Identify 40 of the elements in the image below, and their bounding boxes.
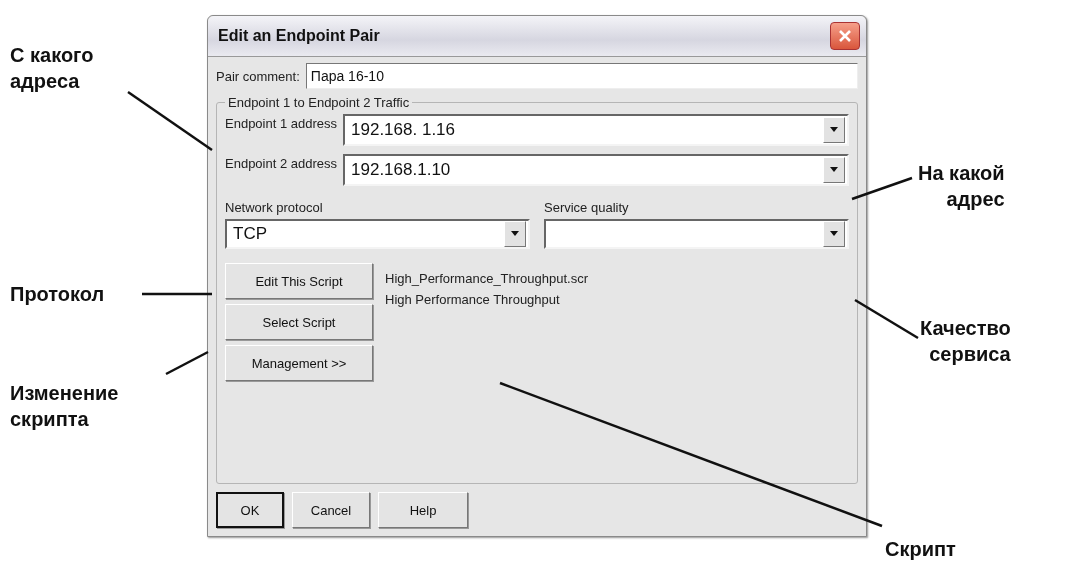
field-label: Network protocol	[225, 200, 324, 215]
pair-comment-field[interactable]: Пара 16-10	[305, 63, 858, 89]
group-title: Endpoint 1 to Endpoint 2 Traffic	[227, 95, 411, 110]
script-title: High Performance Throughput	[385, 292, 561, 307]
dialog-button[interactable]: OK	[216, 492, 284, 528]
dropdown-field[interactable]: 192.168.1.10	[343, 154, 849, 186]
script-button[interactable]: Edit This Script	[225, 263, 373, 299]
script-button[interactable]: Select Script	[225, 304, 373, 340]
callout-label: Скрипт	[885, 537, 956, 562]
close-icon	[838, 29, 852, 43]
dropdown-arrow-icon	[829, 231, 839, 237]
dialog-button[interactable]: Cancel	[292, 492, 370, 528]
callout-label: Качество сервиса	[920, 316, 1011, 367]
script-file-name: High_Performance_Throughput.scr	[385, 271, 589, 286]
dropdown-button[interactable]	[823, 157, 845, 183]
close-button[interactable]	[830, 22, 860, 50]
dropdown-arrow-icon	[829, 127, 839, 133]
callout-label: Изменение скрипта	[10, 381, 119, 432]
callout-label: Протокол	[10, 282, 105, 307]
callout-label: С какого адреса	[10, 43, 94, 94]
dropdown-button[interactable]	[823, 221, 845, 247]
dropdown-button[interactable]	[504, 221, 526, 247]
field-label: Service quality	[544, 200, 630, 215]
field-label: Endpoint 1 address	[225, 116, 338, 131]
script-button[interactable]: Management >>	[225, 345, 373, 381]
dropdown-field[interactable]: 192.168. 1.16	[343, 114, 849, 146]
dropdown-arrow-icon	[510, 231, 520, 237]
dropdown-button[interactable]	[823, 117, 845, 143]
leader-line	[165, 350, 209, 376]
window-title: Edit an Endpoint Pair	[218, 27, 380, 45]
callout-label: На какой адрес	[918, 161, 1005, 212]
leader-line	[854, 298, 919, 340]
leader-line	[851, 176, 913, 201]
field-label: Endpoint 2 address	[225, 156, 338, 171]
field-label: Pair comment:	[216, 68, 300, 84]
dropdown-arrow-icon	[829, 167, 839, 173]
dialog-button[interactable]: Help	[378, 492, 468, 528]
leader-line	[142, 292, 212, 296]
dropdown-field[interactable]	[544, 219, 849, 249]
dropdown-field[interactable]: TCP	[225, 219, 530, 249]
